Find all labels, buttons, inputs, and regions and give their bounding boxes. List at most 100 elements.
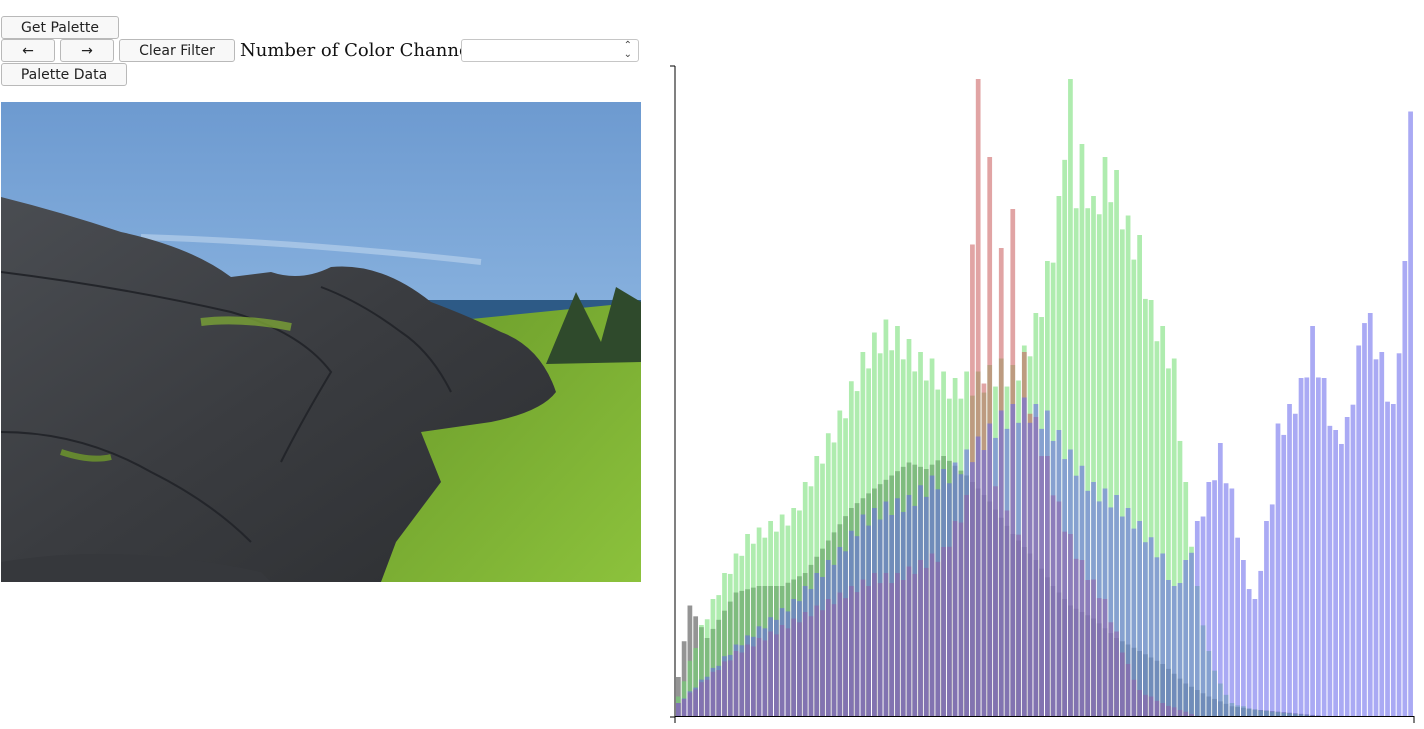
histogram-bar-blue bbox=[1350, 404, 1356, 716]
get-palette-button[interactable]: Get Palette bbox=[1, 16, 119, 39]
histogram-bar-blue bbox=[699, 679, 704, 716]
histogram-bar-blue bbox=[1258, 570, 1264, 716]
histogram-bar-blue bbox=[1177, 583, 1183, 716]
histogram-bar-blue bbox=[739, 645, 745, 716]
spinner-arrows-icon[interactable]: ⌃ ⌄ bbox=[624, 41, 632, 60]
histogram-bar-blue bbox=[1073, 475, 1079, 716]
histogram-bar-blue bbox=[929, 475, 935, 716]
histogram-bar-blue bbox=[768, 617, 773, 716]
histogram-bar-blue bbox=[958, 474, 964, 716]
histogram-bar-blue bbox=[1315, 377, 1321, 716]
histogram-bar-blue bbox=[964, 449, 970, 716]
clear-filter-button[interactable]: Clear Filter bbox=[119, 39, 235, 62]
histogram-bar-blue bbox=[1091, 482, 1096, 716]
histogram-bar-blue bbox=[843, 551, 848, 716]
histogram-bar-blue bbox=[1160, 553, 1166, 716]
histogram-bar-blue bbox=[831, 564, 837, 717]
histogram-bar-blue bbox=[1114, 495, 1119, 716]
histogram-bar-blue bbox=[1356, 345, 1362, 716]
histogram-bar-blue bbox=[1390, 404, 1396, 716]
histogram-bar-blue bbox=[941, 469, 946, 716]
histogram-bar-blue bbox=[1027, 422, 1033, 716]
histogram-bar-blue bbox=[1062, 459, 1068, 716]
histogram-bar-blue bbox=[906, 495, 912, 716]
histogram-bar-blue bbox=[1223, 483, 1229, 716]
histogram-bar-blue bbox=[1143, 542, 1148, 716]
histogram-bar-blue bbox=[762, 628, 768, 716]
histogram-bar-blue bbox=[1217, 443, 1223, 716]
histogram-bar-blue bbox=[1102, 488, 1108, 716]
histogram-bar-blue bbox=[1119, 516, 1125, 716]
color-channels-label: Number of Color Channels: bbox=[240, 40, 491, 61]
histogram-bar-blue bbox=[1108, 507, 1114, 716]
histogram-bar-blue bbox=[1045, 410, 1050, 716]
previous-button[interactable]: ← bbox=[1, 39, 55, 62]
histogram-bar-blue bbox=[975, 436, 981, 716]
histogram-bar-blue bbox=[923, 496, 929, 716]
histogram-bar-blue bbox=[1304, 377, 1310, 716]
histogram-bar-blue bbox=[987, 423, 993, 716]
next-button[interactable]: → bbox=[60, 39, 114, 62]
histogram-bar-blue bbox=[1298, 378, 1304, 716]
landscape-photo bbox=[1, 102, 641, 582]
histogram-bar-blue bbox=[750, 636, 756, 716]
histogram-bar-blue bbox=[1408, 111, 1413, 716]
histogram-bar-blue bbox=[1166, 579, 1171, 716]
histogram-bar-blue bbox=[1275, 423, 1281, 716]
histogram-bar-blue bbox=[1206, 482, 1212, 716]
histogram-bar-blue bbox=[1373, 359, 1379, 716]
histogram-bar-blue bbox=[710, 667, 716, 716]
histogram-bar-blue bbox=[952, 462, 958, 716]
histogram-bar-blue bbox=[1039, 428, 1044, 716]
histogram-bar-blue bbox=[745, 635, 750, 716]
histogram-bar-blue bbox=[854, 536, 860, 716]
histogram-bar-blue bbox=[970, 462, 975, 716]
histogram-bar-blue bbox=[1310, 326, 1315, 716]
histogram-bar-blue bbox=[1269, 504, 1275, 716]
histogram-bar-blue bbox=[693, 687, 699, 716]
histogram-bar-blue bbox=[808, 589, 814, 716]
histogram-bar-blue bbox=[785, 611, 791, 716]
histogram-bars bbox=[676, 79, 1413, 717]
histogram-bar-blue bbox=[825, 560, 831, 716]
histogram-bar-blue bbox=[1246, 589, 1252, 716]
histogram-bar-blue bbox=[802, 586, 808, 716]
histogram-bar-blue bbox=[912, 505, 918, 716]
histogram-bar-blue bbox=[1068, 449, 1073, 716]
palette-data-button[interactable]: Palette Data bbox=[1, 63, 127, 86]
histogram-bar-blue bbox=[837, 547, 843, 716]
histogram-bar-blue bbox=[716, 665, 722, 716]
histogram-bar-blue bbox=[1379, 352, 1385, 716]
histogram-bar-blue bbox=[797, 601, 802, 716]
histogram-bar-blue bbox=[820, 576, 825, 716]
histogram-bar-blue bbox=[1362, 323, 1367, 716]
histogram-bar-blue bbox=[1010, 404, 1016, 716]
histogram-bar-blue bbox=[1004, 428, 1010, 716]
histogram-bar-blue bbox=[1148, 537, 1154, 716]
histogram-bar-blue bbox=[877, 519, 883, 716]
histogram-bar-blue bbox=[1385, 401, 1390, 716]
histogram-bar-blue bbox=[1264, 521, 1269, 716]
histogram-bar-blue bbox=[1287, 404, 1292, 716]
histogram-bar-blue bbox=[1194, 521, 1200, 716]
histogram-bar-blue bbox=[1367, 313, 1373, 716]
histogram-bar-blue bbox=[687, 691, 693, 716]
histogram-bar-blue bbox=[1241, 560, 1246, 716]
histogram-bar-blue bbox=[993, 437, 998, 716]
histogram-bar-blue bbox=[1096, 501, 1102, 716]
histogram-bar-blue bbox=[1252, 599, 1258, 716]
histogram-bar-blue bbox=[1200, 516, 1206, 716]
histogram-bar-blue bbox=[848, 530, 854, 716]
histogram-bar-blue bbox=[918, 485, 923, 716]
histogram-bar-blue bbox=[1229, 488, 1235, 716]
histogram-bar-blue bbox=[1056, 430, 1062, 716]
color-histogram-chart bbox=[670, 65, 1415, 723]
landscape-photo-art bbox=[1, 102, 641, 582]
color-channels-input[interactable]: ⌃ ⌄ bbox=[461, 39, 639, 62]
histogram-bar-blue bbox=[998, 410, 1004, 716]
histogram-bar-blue bbox=[722, 656, 727, 716]
histogram-bar-blue bbox=[883, 501, 889, 716]
histogram-bar-blue bbox=[900, 511, 906, 716]
histogram-bar-blue bbox=[981, 450, 987, 716]
histogram-bar-blue bbox=[1033, 404, 1039, 716]
